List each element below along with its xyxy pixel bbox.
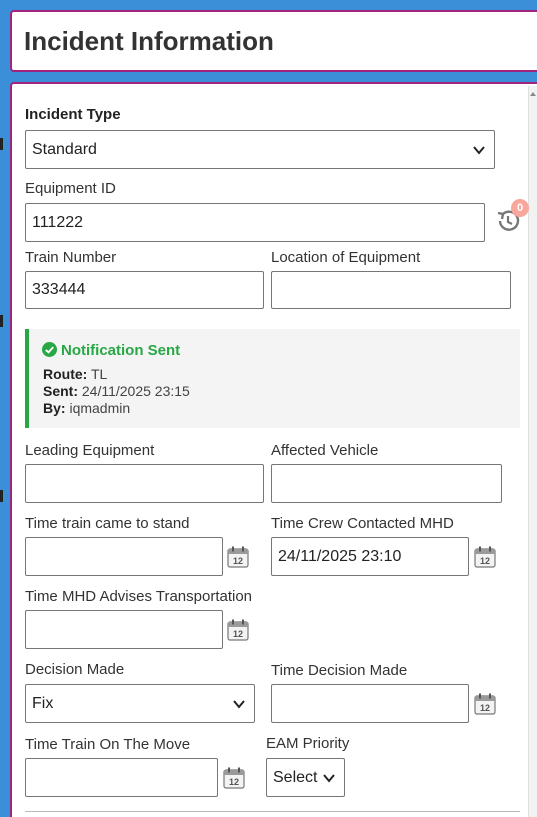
time-crew-contacted-value: 24/11/2025 23:10 [278, 547, 402, 565]
decision-made-label: Decision Made [25, 661, 125, 678]
eam-priority-value: Select [273, 768, 318, 786]
train-number-value: 333444 [32, 281, 86, 298]
eam-priority-select[interactable]: Select [266, 758, 345, 797]
calendar-icon[interactable]: 12 [226, 545, 250, 569]
time-train-on-move-input[interactable] [25, 758, 218, 797]
calendar-icon[interactable]: 12 [473, 545, 497, 569]
time-mhd-advises-label: Time MHD Advises Transportation [25, 588, 253, 605]
decision-made-value: Fix [32, 694, 54, 712]
incident-type-select[interactable]: Standard [25, 130, 495, 169]
calendar-icon-text: 12 [480, 556, 490, 566]
decision-made-select[interactable]: Fix [25, 684, 255, 723]
history-count-badge: 0 [511, 199, 529, 217]
location-of-equipment-label: Location of Equipment [271, 249, 421, 266]
train-number-label: Train Number [25, 249, 117, 266]
affected-vehicle-input[interactable] [271, 464, 502, 503]
edge-marker [0, 315, 3, 327]
chevron-down-icon [473, 145, 485, 155]
by-value: iqmadmin [69, 400, 131, 416]
notification-title: Notification Sent [61, 342, 181, 359]
scrollbar[interactable] [528, 86, 537, 817]
location-of-equipment-input[interactable] [271, 271, 511, 309]
incident-type-label: Incident Type [25, 106, 121, 123]
time-crew-contacted-label: Time Crew Contacted MHD [271, 515, 454, 532]
calendar-icon-text: 12 [229, 777, 239, 787]
by-label: By: [43, 400, 66, 416]
calendar-icon[interactable]: 12 [226, 618, 250, 642]
equipment-id-value: 111222 [32, 213, 84, 231]
time-crew-contacted-input[interactable]: 24/11/2025 23:10 [271, 537, 469, 576]
time-mhd-advises-input[interactable] [25, 610, 223, 649]
sent-label: Sent: [43, 383, 78, 399]
page-title: Incident Information [24, 26, 274, 56]
time-decision-made-input[interactable] [271, 684, 469, 723]
affected-vehicle-label: Affected Vehicle [271, 442, 379, 459]
time-train-stand-label: Time train came to stand [25, 515, 190, 532]
eam-priority-label: EAM Priority [266, 735, 350, 752]
leading-equipment-label: Leading Equipment [25, 442, 155, 459]
route-label: Route: [43, 366, 88, 382]
edge-marker [0, 138, 3, 150]
equipment-id-label: Equipment ID [25, 180, 116, 197]
calendar-icon[interactable]: 12 [222, 766, 246, 790]
scroll-up-arrow-icon[interactable] [530, 92, 536, 96]
check-circle-icon [42, 342, 57, 357]
chevron-down-icon [323, 773, 335, 783]
calendar-icon[interactable]: 12 [473, 692, 497, 716]
route-value: TL [90, 366, 108, 382]
calendar-icon-text: 12 [480, 703, 490, 713]
time-decision-made-label: Time Decision Made [271, 662, 408, 679]
time-train-on-move-label: Time Train On The Move [25, 736, 191, 753]
sent-value: 24/11/2025 23:15 [81, 383, 190, 399]
edge-marker [0, 490, 3, 502]
section-divider [25, 811, 520, 812]
calendar-icon-text: 12 [233, 629, 243, 639]
notification-sent: Sent: 24/11/2025 23:15 [43, 383, 190, 399]
train-number-input[interactable]: 333444 [25, 271, 264, 309]
time-train-stand-input[interactable] [25, 537, 223, 576]
calendar-icon-text: 12 [233, 556, 243, 566]
leading-equipment-input[interactable] [25, 464, 264, 503]
equipment-id-input[interactable]: 111222 [25, 203, 485, 242]
chevron-down-icon [233, 699, 245, 709]
notification-by: By: iqmadmin [43, 400, 130, 416]
incident-type-value: Standard [32, 140, 97, 158]
notification-route: Route: TL [43, 366, 107, 382]
